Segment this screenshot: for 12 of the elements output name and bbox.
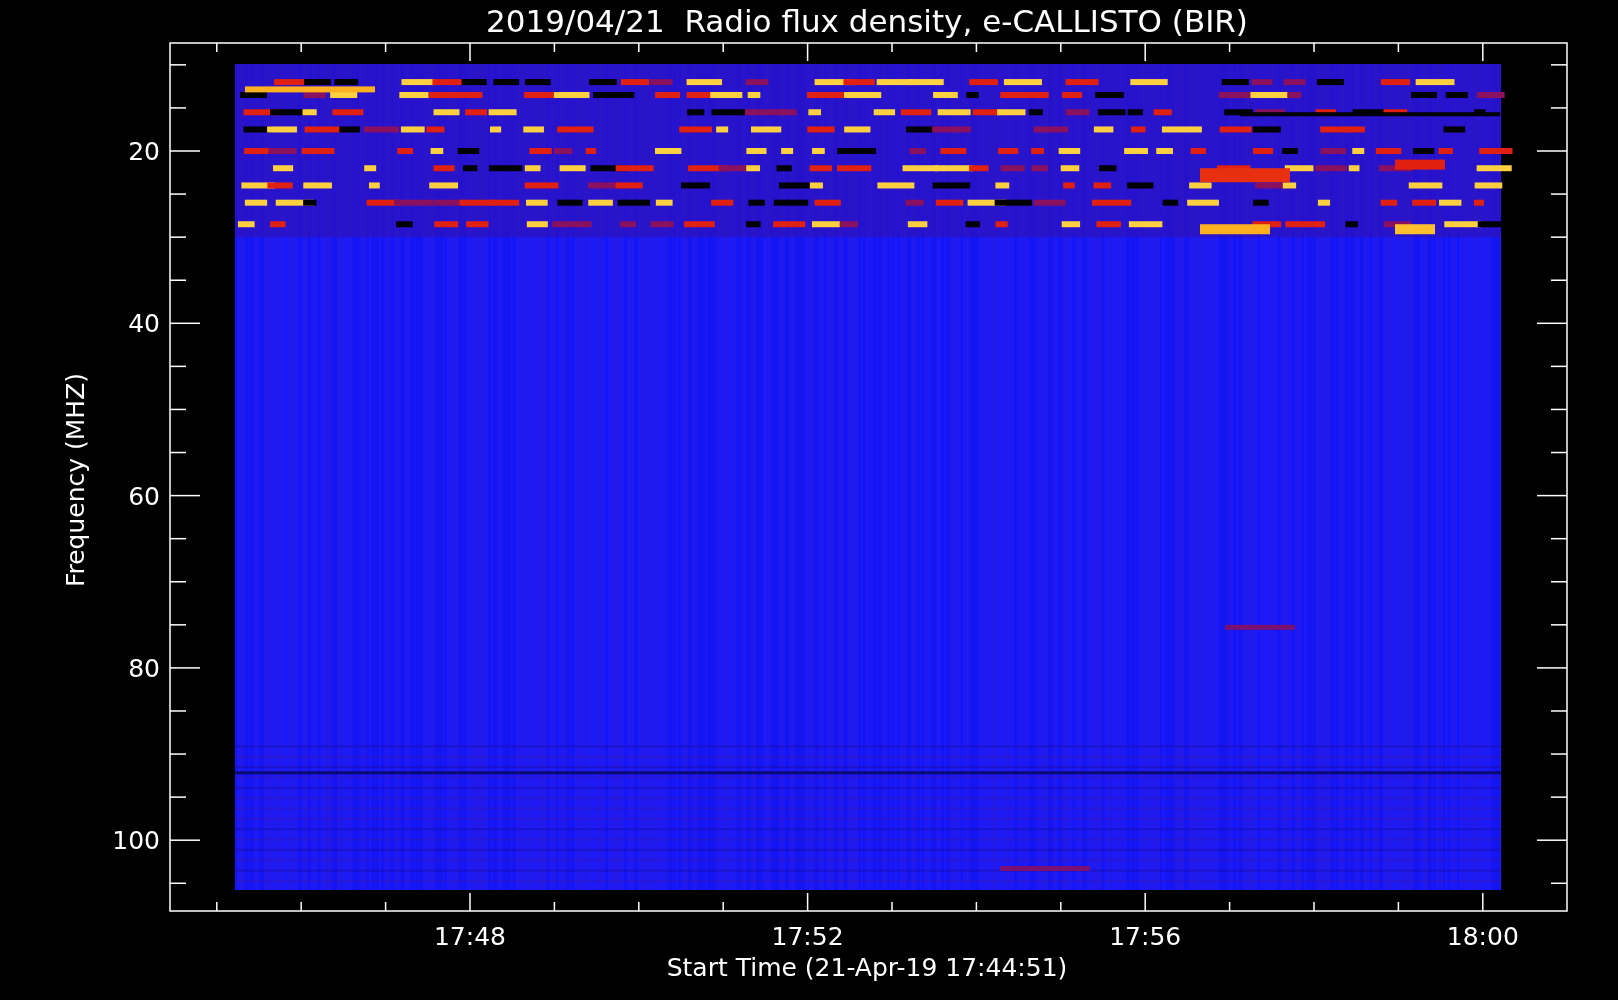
x-tick-label: 17:48 [434, 922, 506, 951]
x-tick-label: 17:52 [771, 922, 844, 951]
y-tick-label: 20 [128, 137, 160, 166]
x-tick-label: 18:00 [1446, 922, 1519, 951]
y-tick-label: 60 [128, 481, 160, 511]
chart-title: 2019/04/21 Radio flux density, e-CALLISTO (BIR) [486, 3, 1248, 39]
x-axis-label: Start Time (21-Apr-19 17:44:51) [666, 953, 1068, 982]
y-tick-label: 40 [128, 309, 160, 339]
y-tick-label: 100 [112, 826, 160, 856]
x-tick-label: 17:56 [1109, 922, 1182, 951]
y-tick-label: 80 [128, 653, 160, 683]
y-axis-label: Frequency (MHZ) [61, 372, 90, 588]
